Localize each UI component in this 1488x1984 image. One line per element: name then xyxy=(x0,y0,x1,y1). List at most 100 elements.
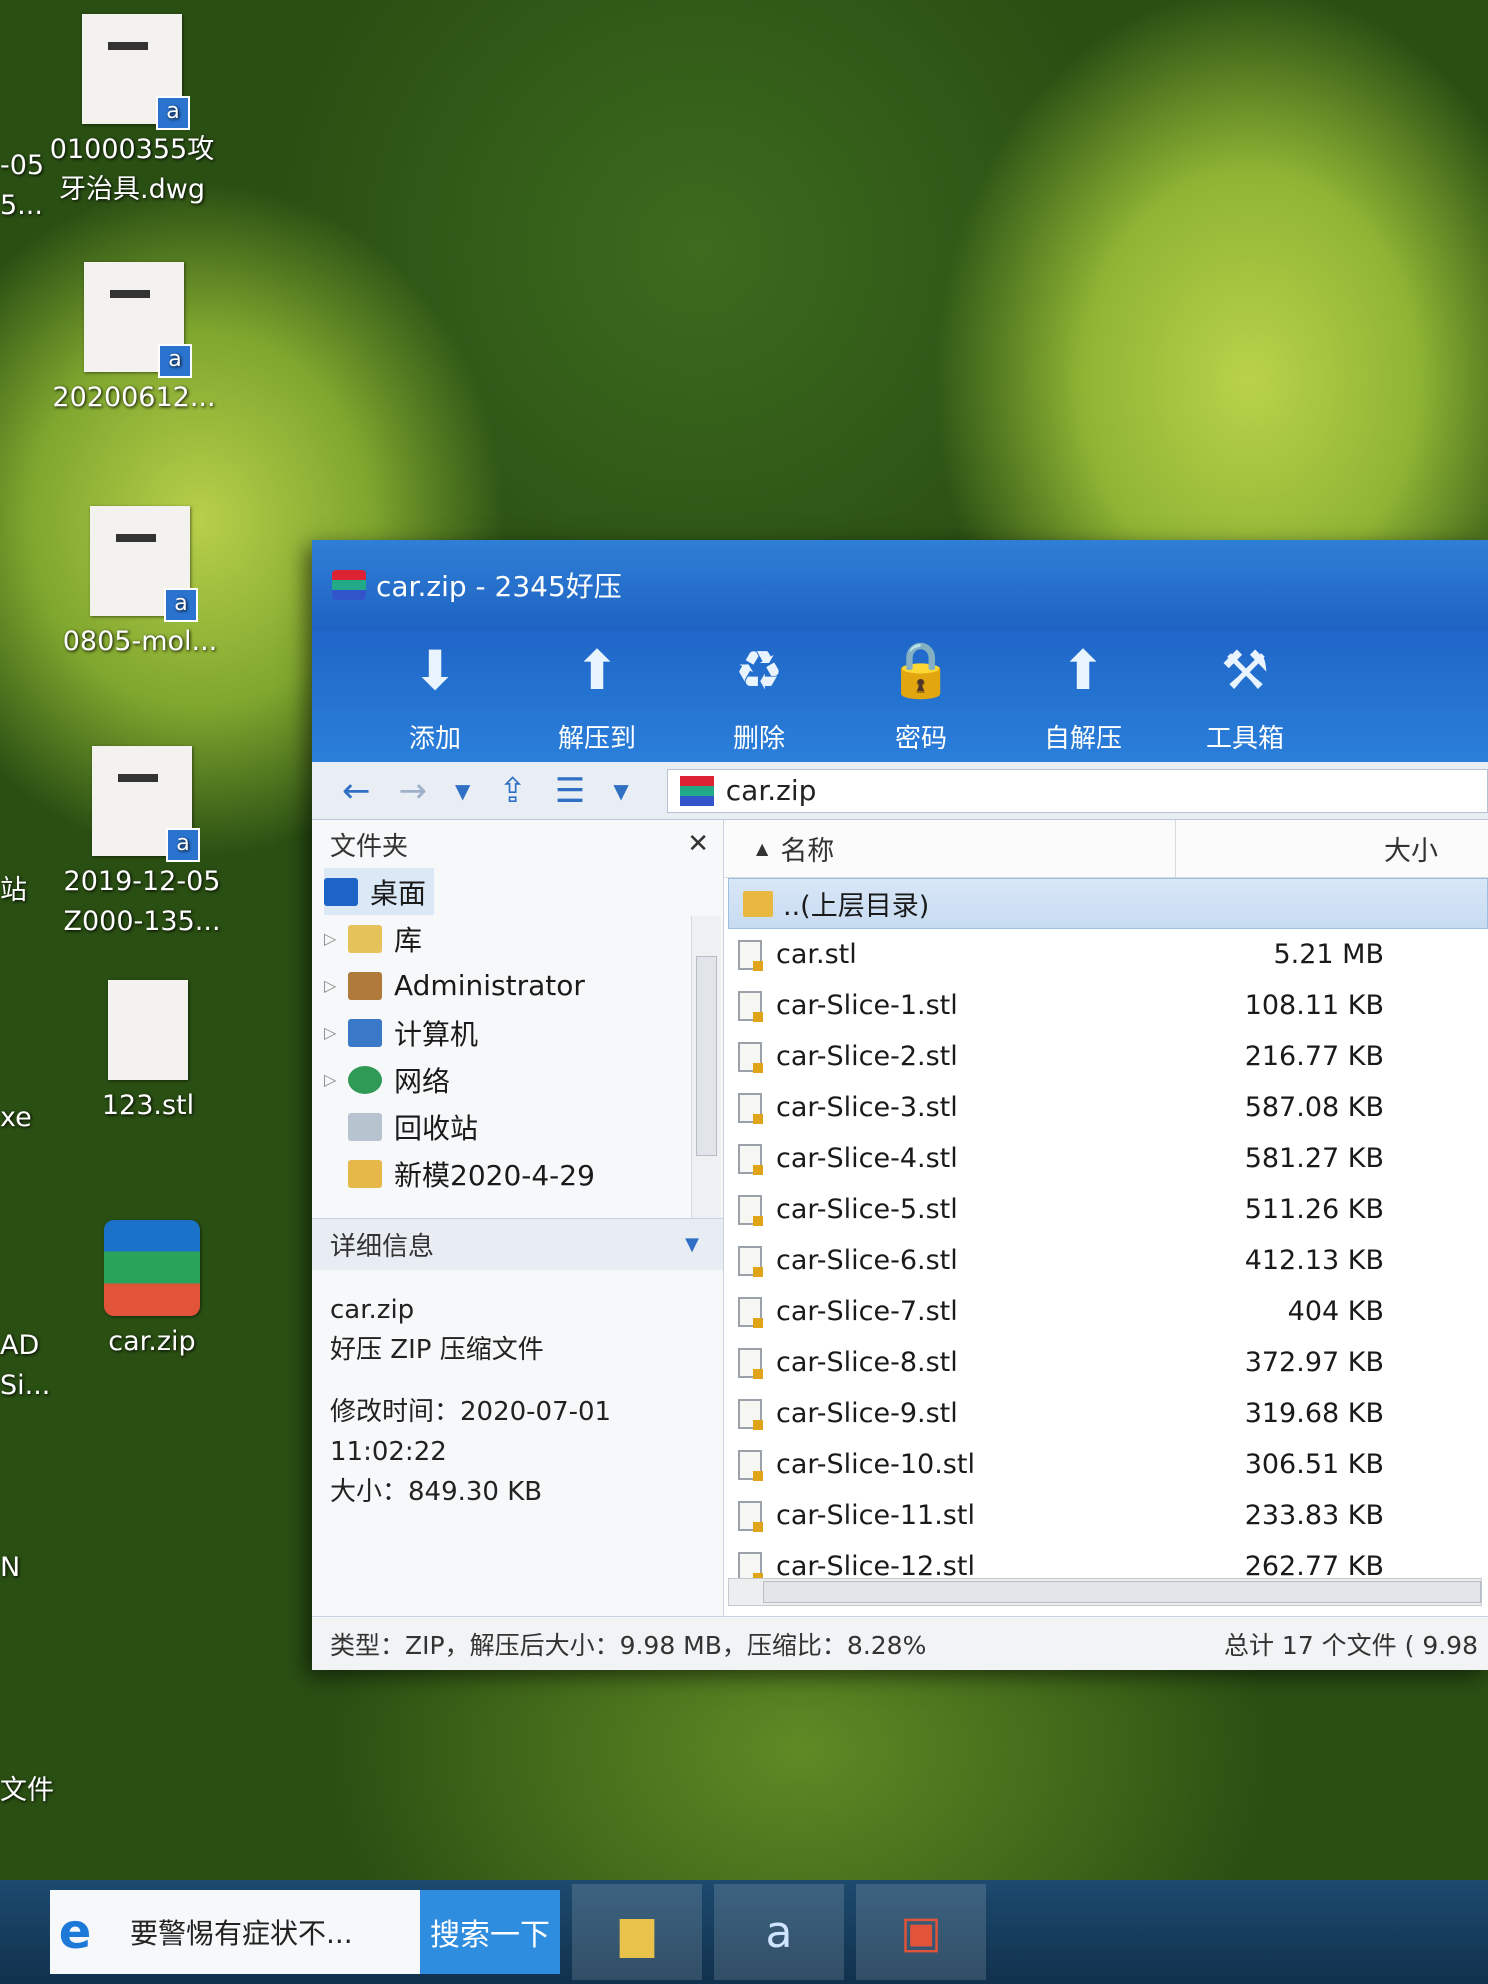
left-pane: 文件夹 ✕ 桌面 ▷ 库 ▷ Administrator ▷ 计算机 ▷ 网络 … xyxy=(312,820,724,1616)
chevron-down-icon[interactable]: ▼ xyxy=(685,1234,699,1255)
desktop-icon-20200612[interactable]: a 20200612... xyxy=(44,262,224,418)
stl-file-icon xyxy=(738,1347,763,1379)
tree-item-desktop[interactable]: 桌面 xyxy=(324,868,434,915)
file-row[interactable]: car-Slice-10.stl 306.51 KB xyxy=(724,1439,1488,1490)
taskbar-haozip-button[interactable]: ▣ xyxy=(856,1884,986,1980)
extract-to-button[interactable]: ⬆ 解压到 xyxy=(516,630,678,762)
self-extract-button[interactable]: ⬆ 自解压 xyxy=(1002,630,1164,762)
delete-button[interactable]: ♻ 删除 xyxy=(678,630,840,762)
folder-tree: 桌面 ▷ 库 ▷ Administrator ▷ 计算机 ▷ 网络 回收站 新模… xyxy=(312,868,723,1218)
file-row[interactable]: car-Slice-11.stl 233.83 KB xyxy=(724,1490,1488,1541)
file-row[interactable]: car-Slice-4.stl 581.27 KB xyxy=(724,1133,1488,1184)
desktop-icon-dwg[interactable]: a 01000355攻 牙治具.dwg xyxy=(42,14,222,210)
expand-arrow-icon[interactable]: ▷ xyxy=(324,1070,348,1089)
desktop-icon-label: 123.stl xyxy=(101,1090,195,1121)
file-row[interactable]: car-Slice-3.stl 587.08 KB xyxy=(724,1082,1488,1133)
taskbar-cad-button[interactable]: a xyxy=(714,1884,844,1980)
news-text: 要警惕有症状不... xyxy=(130,1917,353,1950)
desktop-icon-123-stl[interactable]: 123.stl xyxy=(58,980,238,1126)
file-row[interactable]: car-Slice-6.stl 412.13 KB xyxy=(724,1235,1488,1286)
stl-file-icon xyxy=(738,1449,763,1481)
stl-file-icon xyxy=(738,1296,763,1328)
file-row[interactable]: car-Slice-7.stl 404 KB xyxy=(724,1286,1488,1337)
status-bar: 类型：ZIP，解压后大小：9.98 MB，压缩比：8.28% 总计 17 个文件… xyxy=(312,1616,1488,1670)
file-row[interactable]: car-Slice-8.stl 372.97 KB xyxy=(724,1337,1488,1388)
view-dropdown-icon[interactable]: ▼ xyxy=(613,779,628,803)
file-size: 372.97 KB xyxy=(1244,1347,1384,1378)
tree-item-label: Administrator xyxy=(394,969,585,1002)
search-button[interactable]: 搜索一下 xyxy=(420,1890,560,1974)
network-globe-icon xyxy=(348,1065,382,1094)
desktop-partial-label: N xyxy=(0,1552,21,1583)
tree-item-folder[interactable]: 新模2020-4-29 xyxy=(324,1150,723,1197)
file-list: ▲ 名称 大小 ..(上层目录) car.stl 5.21 MB car-Slice… xyxy=(724,820,1488,1616)
file-name: car-Slice-10.stl xyxy=(776,1449,975,1480)
column-size-header[interactable]: 大小 xyxy=(1176,820,1488,877)
recycle-bin-icon xyxy=(348,1112,382,1141)
desktop-icon-label: 01000355攻 xyxy=(49,134,215,165)
expand-arrow-icon[interactable]: ▷ xyxy=(324,929,348,948)
tool-label: 自解压 xyxy=(1043,724,1122,754)
file-row[interactable]: car-Slice-1.stl 108.11 KB xyxy=(724,980,1488,1031)
tree-item-label: 新模2020-4-29 xyxy=(394,1158,595,1192)
address-text: car.zip xyxy=(725,774,817,807)
desktop-icon-label: 2019-12-05 xyxy=(63,866,221,897)
folders-pane-title: 文件夹 xyxy=(330,831,409,862)
file-row[interactable]: car-Slice-2.stl 216.77 KB xyxy=(724,1031,1488,1082)
file-row[interactable]: car.stl 5.21 MB xyxy=(724,929,1488,980)
forward-arrow-icon[interactable]: → xyxy=(399,771,428,811)
file-name: car-Slice-8.stl xyxy=(776,1347,958,1378)
parent-directory-row[interactable]: ..(上层目录) xyxy=(728,878,1488,929)
desktop-partial-label: Si... xyxy=(0,1370,51,1401)
file-name: car-Slice-6.stl xyxy=(776,1245,958,1276)
stl-file-icon xyxy=(738,990,763,1022)
desktop-partial-label: AD xyxy=(0,1330,40,1361)
view-list-icon[interactable]: ☰ xyxy=(555,771,585,811)
tree-item-computer[interactable]: ▷ 计算机 xyxy=(324,1009,723,1056)
history-dropdown-icon[interactable]: ▼ xyxy=(455,779,470,803)
column-name-header[interactable]: ▲ 名称 xyxy=(724,820,1176,877)
stl-file-icon xyxy=(738,1398,763,1430)
self-extract-icon: ⬆ xyxy=(1060,638,1106,702)
expand-arrow-icon[interactable]: ▷ xyxy=(324,1023,348,1042)
close-icon[interactable]: ✕ xyxy=(687,829,709,859)
file-row[interactable]: car-Slice-9.stl 319.68 KB xyxy=(724,1388,1488,1439)
tree-item-administrator[interactable]: ▷ Administrator xyxy=(324,962,723,1009)
toolbox-button[interactable]: ⚒ 工具箱 xyxy=(1164,630,1326,762)
up-level-icon[interactable]: ⇪ xyxy=(498,771,527,811)
details-modified: 修改时间：2020-07-01 xyxy=(330,1397,612,1427)
tree-item-library[interactable]: ▷ 库 xyxy=(324,915,723,962)
file-name: car-Slice-2.stl xyxy=(776,1041,958,1072)
details-pane: car.zip 好压 ZIP 压缩文件 修改时间：2020-07-01 11:0… xyxy=(312,1270,723,1532)
file-size: 5.21 MB xyxy=(1273,939,1384,970)
desktop-icon-0805[interactable]: a 0805-mol... xyxy=(50,506,230,662)
details-name: car.zip xyxy=(330,1295,415,1325)
desktop-partial-label: 5... xyxy=(0,190,43,221)
taskbar-explorer-button[interactable]: ▆ xyxy=(572,1884,702,1980)
address-bar[interactable]: car.zip xyxy=(666,768,1488,813)
add-button[interactable]: ⬇ 添加 xyxy=(354,630,516,762)
sort-up-icon: ▲ xyxy=(756,839,769,858)
back-arrow-icon[interactable]: ← xyxy=(342,771,371,811)
tree-item-label: 回收站 xyxy=(394,1111,479,1145)
tool-label: 添加 xyxy=(408,724,461,754)
folders-pane-header: 文件夹 ✕ xyxy=(312,820,723,868)
expand-arrow-icon[interactable]: ▷ xyxy=(324,976,348,995)
tree-item-recycle-bin[interactable]: 回收站 xyxy=(324,1103,723,1150)
title-bar[interactable]: car.zip - 2345好压 xyxy=(312,540,1488,630)
password-button[interactable]: 🔒 密码 xyxy=(840,630,1002,762)
file-name: car-Slice-5.stl xyxy=(776,1194,958,1225)
file-name: car-Slice-11.stl xyxy=(776,1500,975,1531)
zip-archive-icon xyxy=(679,775,714,806)
details-pane-header[interactable]: 详细信息 ▼ xyxy=(312,1218,723,1270)
desktop-icon-car-zip[interactable]: car.zip xyxy=(62,1220,242,1362)
tree-scrollbar[interactable] xyxy=(691,916,721,1218)
file-row[interactable]: car-Slice-5.stl 511.26 KB xyxy=(724,1184,1488,1235)
file-name: car-Slice-3.stl xyxy=(776,1092,958,1123)
tree-item-network[interactable]: ▷ 网络 xyxy=(324,1056,723,1103)
desktop-icon-2019-12-05[interactable]: a 2019-12-05 Z000-135... xyxy=(52,746,232,942)
library-icon xyxy=(348,924,382,953)
desktop-partial-label: 站 xyxy=(0,875,27,906)
horizontal-scrollbar[interactable] xyxy=(728,1578,1482,1606)
news-widget[interactable]: e 要警惕有症状不... xyxy=(50,1890,420,1974)
